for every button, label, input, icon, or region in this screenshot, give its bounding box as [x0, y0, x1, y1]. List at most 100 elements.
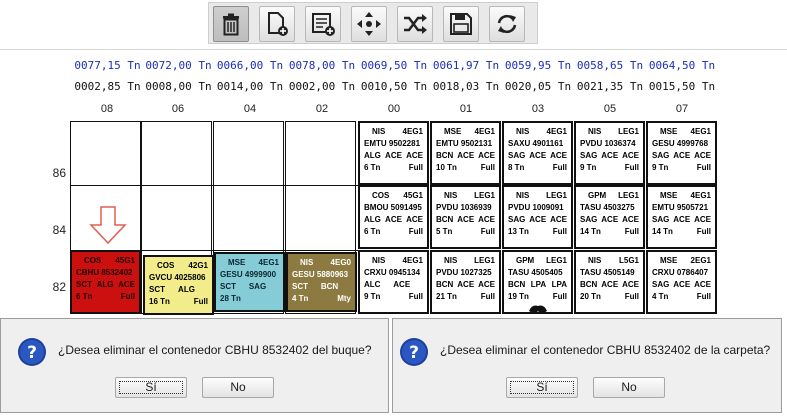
bay-number: 06 [171, 103, 185, 115]
container-field: SAXU 4901161 [508, 139, 564, 148]
container-field: 19 Tn [508, 292, 529, 301]
container-slot-00-82[interactable]: NIS 4EG1 CRXU 0945134 ALC ACE 9 Tn Full [358, 250, 429, 314]
yes-button[interactable]: Sí [506, 377, 578, 398]
container-slot-03-84[interactable]: NIS LEG1 PVDU 1009091 SAG ACE ACE 13 Tn Full [502, 185, 573, 249]
save-button[interactable] [443, 6, 479, 42]
container-field: SAG [580, 151, 598, 160]
bay-weight-bottom: 0015,50 Tn [648, 80, 716, 93]
container-field: ACE [393, 280, 411, 289]
bay-weight-top: 0078,00 Tn [288, 59, 356, 72]
container-field: MSE [228, 258, 246, 267]
container-slot-05-86[interactable]: NIS LEG1 PVDU 1036374 SAG ACE ACE 9 Tn Full [574, 121, 645, 185]
container-field: ACE [529, 151, 547, 160]
dialog-message: ¿Desea eliminar el contenedor CBHU 85324… [58, 343, 372, 357]
container-row: 6 Tn Full [364, 226, 423, 238]
container-field: ACE [622, 280, 639, 289]
container-field: SAG [652, 280, 670, 289]
container-field: ALG [364, 215, 381, 224]
container-slot-05-84[interactable]: GPM LEG1 TASU 4503275 SAG ACE ACE 14 Tn Full [574, 185, 645, 249]
container-row: NIS 4EG1 [364, 126, 423, 138]
container-field: LPA [551, 280, 567, 289]
container-field: BCN [436, 280, 454, 289]
container-field: TASU 4503275 [580, 203, 635, 212]
container-field: ACE [673, 280, 691, 289]
container-slot-01-82[interactable]: NIS LEG1 PVDU 1027325 BCN ACE ACE 21 Tn Full [430, 250, 501, 314]
container-field: ACE [478, 215, 495, 224]
new-document-button[interactable] [259, 6, 295, 42]
container-field: ACE [385, 215, 402, 224]
container-row: EMTU 9502131 [436, 138, 495, 150]
container-slot-07-84[interactable]: MSE 4EG1 EMTU 9505721 SAG ACE ACE 14 Tn Full [646, 185, 717, 249]
bay-weight-top: 0069,50 Tn [360, 59, 428, 72]
container-row: EMTU 9502281 [364, 138, 423, 150]
container-row: SCT ALG [149, 284, 208, 296]
container-row: SAG ACE ACE [580, 214, 639, 226]
container-field: ACE [694, 280, 711, 289]
container-field: ACE [673, 215, 691, 224]
bay-weight-top: 0066,00 Tn [216, 59, 284, 72]
container-field: NIS [444, 191, 458, 200]
container-row: BCN ACE ACE [436, 279, 495, 291]
container-row: BMOU 5091495 [364, 202, 423, 214]
container-field: NIS [516, 127, 530, 136]
list-add-button[interactable] [305, 6, 341, 42]
container-field: 4EG1 [402, 127, 423, 136]
trash-icon [223, 13, 239, 36]
container-field: SAG [652, 151, 670, 160]
container-field: Full [480, 292, 495, 301]
container-field: ACE [478, 151, 495, 160]
container-slot-07-82[interactable]: MSE 2EG1 CRXU 0786407 SAG ACE ACE 4 Tn Full [646, 250, 717, 314]
container-slot-08-82[interactable]: COS 45G1 CBHU 8532402 SCT ALG ACE 6 Tn Full [70, 250, 141, 314]
container-row: 16 Tn Full [149, 296, 208, 308]
container-row: SAG ACE ACE [652, 214, 711, 226]
container-row: 4 Tn Full [652, 291, 711, 303]
container-field: EMTU 9505721 [652, 203, 709, 212]
container-field: MSE [660, 127, 678, 136]
no-button[interactable]: No [593, 377, 665, 398]
delete-button[interactable] [213, 6, 249, 42]
container-field: ALG [178, 285, 195, 294]
container-row: CBHU 8532402 [76, 267, 135, 279]
move-arrows-icon [357, 12, 381, 36]
container-slot-01-84[interactable]: NIS LEG1 PVDU 1036939 BCN ACE ACE 5 Tn Full [430, 185, 501, 249]
container-field: ACE [385, 151, 402, 160]
container-field: 2EG1 [690, 256, 711, 265]
container-field: GPM [516, 256, 535, 265]
container-slot-02-82[interactable]: NIS 4EG0 GESU 5880963 SCT BCN 4 Tn Mty [286, 252, 357, 312]
container-field: 4EG1 [546, 127, 567, 136]
container-row: 9 Tn Full [580, 162, 639, 174]
container-row: SAG ACE ACE [580, 150, 639, 162]
container-slot-06-82[interactable]: COS 42G1 GVCU 4025806 SCT ALG 16 Tn Full [143, 255, 214, 315]
container-field: 9 Tn [364, 292, 381, 301]
container-field: NIS [372, 256, 386, 265]
container-row: 10 Tn Full [436, 162, 495, 174]
refresh-button[interactable] [489, 6, 525, 42]
container-row: SAG ACE ACE [652, 279, 711, 291]
container-row: COS 45G1 [364, 190, 423, 202]
container-field: SCT [220, 282, 236, 291]
container-row: CRXU 0786407 [652, 267, 711, 279]
container-slot-03-86[interactable]: NIS 4EG1 SAXU 4901161 SAG ACE ACE 8 Tn Full [502, 121, 573, 185]
row-divider [70, 185, 358, 186]
container-field: SAG [652, 215, 670, 224]
yes-button[interactable]: Sí [115, 377, 187, 398]
container-row: 20 Tn Full [580, 291, 639, 303]
container-row: 14 Tn Full [652, 226, 711, 238]
container-slot-00-84[interactable]: COS 45G1 BMOU 5091495 ALG ACE ACE 6 Tn Full [358, 185, 429, 249]
no-button[interactable]: No [202, 377, 274, 398]
container-field: 21 Tn [436, 292, 457, 301]
container-row: GVCU 4025806 [149, 272, 208, 284]
container-row: SCT ALG ACE [76, 279, 135, 291]
container-slot-01-86[interactable]: MSE 4EG1 EMTU 9502131 BCN ACE ACE 10 Tn Full [430, 121, 501, 185]
container-slot-04-82[interactable]: MSE 4EG1 GESU 4999900 SCT SAG 28 Tn [214, 252, 285, 312]
container-row: 28 Tn [220, 293, 279, 305]
move-button[interactable] [351, 6, 387, 42]
container-slot-00-86[interactable]: NIS 4EG1 EMTU 9502281 ALG ACE ACE 6 Tn Full [358, 121, 429, 185]
floppy-disk-icon [450, 13, 472, 35]
container-slot-07-86[interactable]: MSE 4EG1 GESU 4999768 SAG ACE ACE 9 Tn Full [646, 121, 717, 185]
container-field: LEG1 [546, 256, 567, 265]
container-field: Full [408, 227, 423, 236]
shuffle-button[interactable] [397, 6, 433, 42]
container-field: NIS [372, 127, 386, 136]
container-slot-05-82[interactable]: NIS L5G1 TASU 4505149 BCN ACE ACE 20 Tn Full [574, 250, 645, 314]
